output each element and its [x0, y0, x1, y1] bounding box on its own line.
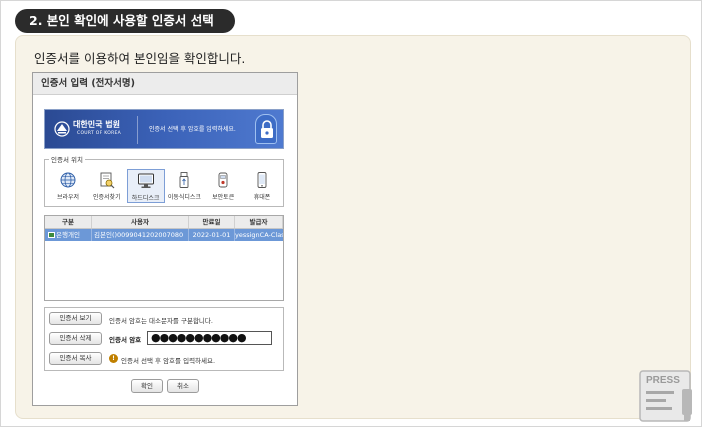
press-label: PRESS	[646, 375, 680, 386]
location-label: 하드디스크	[131, 195, 160, 202]
warning-text: 인증서 선택 후 암호를 입력하세요.	[121, 357, 216, 365]
table-row[interactable]: 은행개인 김본인()0099041202007080 2022-01-01 ye…	[45, 229, 283, 241]
location-browser[interactable]: 브라우저	[49, 169, 87, 203]
table-header: 구분 사용자 만료일 발급자	[45, 216, 283, 229]
press-icon[interactable]: PRESS	[638, 369, 702, 425]
phone-icon	[257, 172, 267, 188]
banner-message: 인증서 선택 후 암호를 입력하세요.	[149, 126, 236, 133]
step-header: 2. 본인 확인에 사용할 인증서 선택	[15, 9, 235, 33]
court-emblem-icon	[54, 121, 70, 137]
court-banner: 대한민국 법원 COURT OF KOREA 인증서 선택 후 암호를 입력하세…	[44, 109, 284, 149]
column-header-type: 구분	[45, 216, 92, 228]
dialog-title: 인증서 입력 (전자서명)	[33, 73, 297, 95]
password-input[interactable]: ●●●●●●●●●●●	[147, 331, 272, 345]
location-legend: 인증서 위치	[49, 154, 85, 164]
column-header-expiry: 만료일	[189, 216, 235, 228]
court-name-en: COURT OF KOREA	[77, 131, 122, 136]
cell-issuer: yessignCA-Class	[235, 231, 283, 239]
location-hard-disk[interactable]: 하드디스크	[126, 169, 165, 203]
location-security-token[interactable]: 보안토큰	[204, 169, 242, 203]
password-label: 인증서 암호	[109, 336, 142, 344]
certificate-actions: 인증서 보기 인증서 암호는 대소문자를 구분합니다. 인증서 삭제 인증서 암…	[44, 307, 284, 371]
view-certificate-button[interactable]: 인증서 보기	[49, 312, 102, 325]
cell-expiry: 2022-01-01	[189, 229, 235, 241]
certificate-dialog: 인증서 입력 (전자서명) 대한민국 법원 COURT OF KOREA 인증서…	[32, 72, 298, 406]
globe-icon	[60, 172, 76, 188]
find-certificate-icon	[100, 172, 115, 189]
certificate-icon	[48, 232, 55, 238]
location-label: 브라우저	[56, 194, 80, 201]
cell-user: 김본인()0099041202007080	[92, 229, 189, 241]
location-label: 휴대폰	[253, 194, 271, 201]
case-sensitive-note: 인증서 암호는 대소문자를 구분합니다.	[109, 317, 213, 325]
token-icon	[218, 172, 228, 188]
intro-text: 인증서를 이용하여 본인임을 확인합니다.	[34, 51, 246, 66]
confirm-button[interactable]: 확인	[131, 379, 163, 393]
court-name: 대한민국 법원	[73, 120, 120, 129]
column-header-user: 사용자	[92, 216, 189, 228]
location-label: 이동식디스크	[167, 194, 201, 201]
location-removable-disk[interactable]: 이동식디스크	[165, 169, 203, 203]
monitor-icon	[137, 173, 154, 188]
certificate-table: 구분 사용자 만료일 발급자 은행개인 김본인()009904120200708…	[44, 215, 284, 301]
copy-certificate-button[interactable]: 인증서 복사	[49, 352, 102, 365]
column-header-issuer: 발급자	[235, 216, 283, 228]
location-find-certificate[interactable]: 인증서찾기	[88, 169, 126, 203]
court-logo: 대한민국 법원 COURT OF KOREA	[53, 118, 131, 142]
certificate-location-group: 인증서 위치 브라우저 인증서찾기 하드디스크 이동식디스크 보안토큰 휴대폰	[44, 154, 284, 207]
delete-certificate-button[interactable]: 인증서 삭제	[49, 332, 102, 345]
lock-icon	[255, 114, 277, 144]
location-label: 보안토큰	[212, 194, 235, 201]
cancel-button[interactable]: 취소	[167, 379, 199, 393]
content-card: 인증서를 이용하여 본인임을 확인합니다. 인증서 입력 (전자서명) 대한민국…	[15, 35, 691, 419]
cell-type: 은행개인	[45, 229, 92, 241]
location-mobile-phone[interactable]: 휴대폰	[243, 169, 281, 203]
location-label: 인증서찾기	[92, 194, 121, 201]
usb-icon	[179, 172, 189, 188]
banner-divider	[137, 116, 138, 144]
warning-icon: !	[109, 354, 118, 363]
